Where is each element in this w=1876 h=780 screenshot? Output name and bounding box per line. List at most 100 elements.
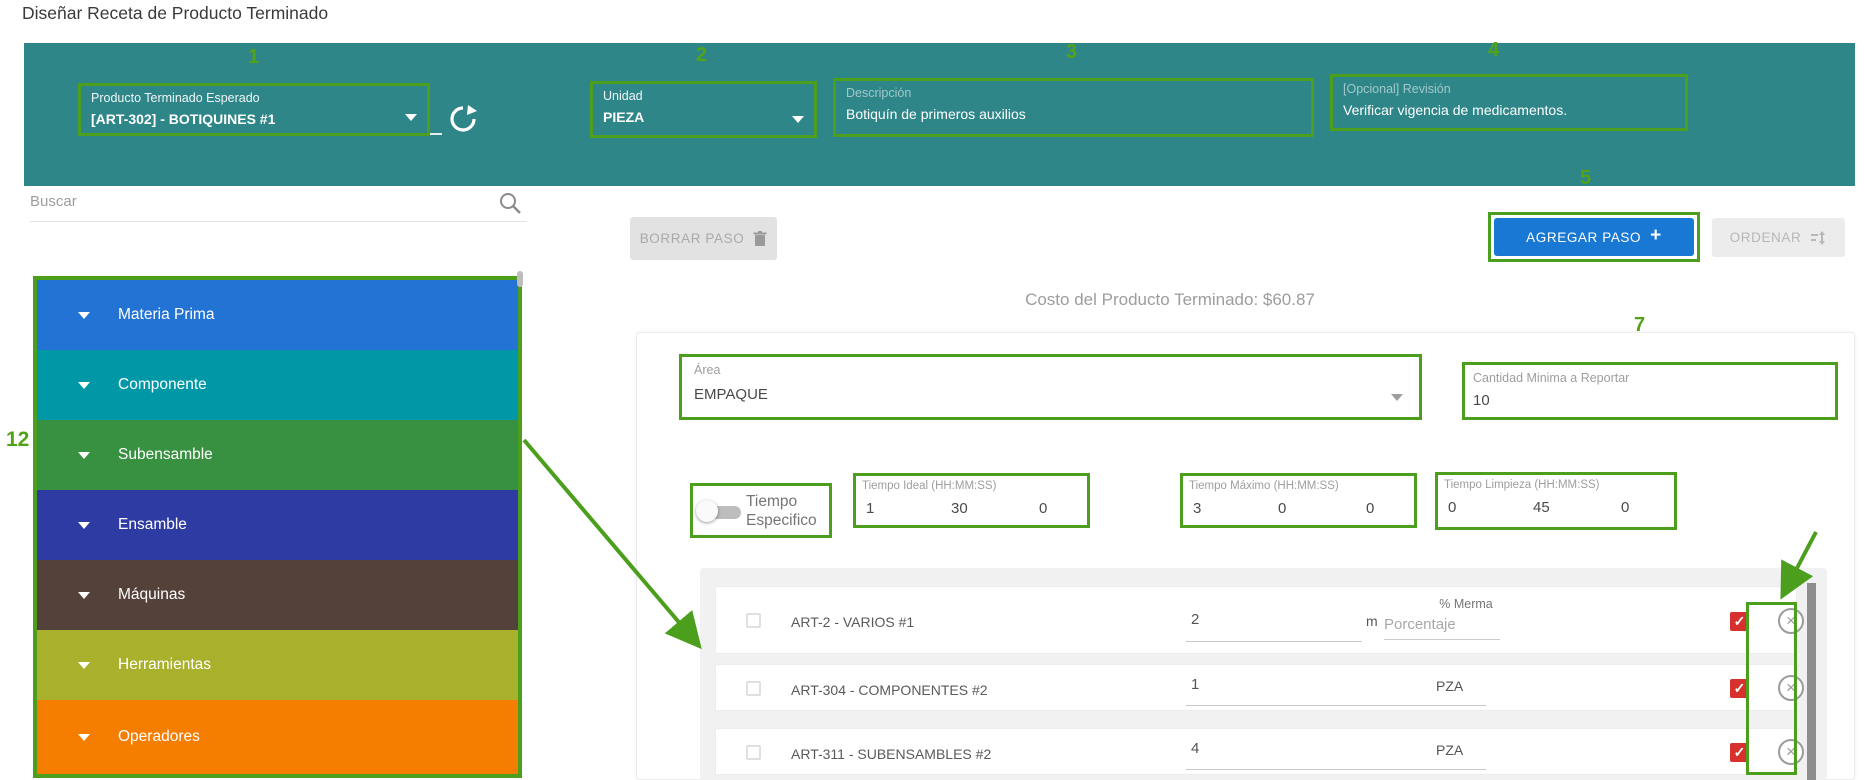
revision-value: Verificar vigencia de medicamentos. <box>1343 102 1567 118</box>
cost-text: Costo del Producto Terminado: $60.87 <box>900 290 1440 310</box>
sidebar-item-herramientas[interactable]: Herramientas <box>37 630 518 700</box>
sidebar-item-operadores[interactable]: Operadores <box>37 700 518 774</box>
unit-label: Unidad <box>603 89 643 103</box>
search-icon[interactable] <box>498 191 522 215</box>
component-name: ART-311 - SUBENSAMBLES #2 <box>791 746 991 762</box>
annotation-5: 5 <box>1580 167 1591 190</box>
min-qty-field[interactable]: Cantidad Minima a Reportar 10 <box>1462 362 1838 420</box>
component-catalog-panel: Materia Prima Componente Subensamble Ens… <box>33 276 522 778</box>
merma-input[interactable] <box>1384 616 1500 640</box>
clean-time-minutes[interactable]: 45 <box>1533 499 1550 516</box>
chevron-down-icon[interactable] <box>1391 394 1403 401</box>
unit-label: m <box>1366 613 1378 629</box>
area-select[interactable]: Área EMPAQUE <box>679 354 1422 420</box>
ideal-time-minutes[interactable]: 30 <box>951 500 968 517</box>
sort-icon <box>1810 231 1827 245</box>
order-label: ORDENAR <box>1730 230 1802 245</box>
sidebar-item-label: Máquinas <box>118 586 185 604</box>
revision-label: [Opcional] Revisión <box>1343 82 1451 96</box>
max-time-field[interactable]: Tiempo Máximo (HH:MM:SS) 3 0 0 <box>1180 473 1417 528</box>
chevron-down-icon <box>78 382 90 389</box>
product-label: Producto Terminado Esperado <box>91 91 260 105</box>
chevron-down-icon <box>78 312 90 319</box>
clean-time-seconds[interactable]: 0 <box>1621 499 1629 516</box>
sidebar-item-subensamble[interactable]: Subensamble <box>37 420 518 490</box>
sidebar-item-label: Componente <box>118 376 207 394</box>
row-checkbox[interactable] <box>746 681 761 696</box>
ideal-time-field[interactable]: Tiempo Ideal (HH:MM:SS) 1 30 0 <box>853 473 1090 528</box>
quantity-input[interactable]: 4 <box>1191 740 1199 757</box>
header-bar: Producto Terminado Esperado [ART-302] - … <box>24 43 1855 186</box>
clean-time-hours[interactable]: 0 <box>1448 499 1456 516</box>
component-name: ART-304 - COMPONENTES #2 <box>791 682 988 698</box>
list-scrollbar[interactable] <box>1807 583 1816 780</box>
quantity-input[interactable]: 2 <box>1191 611 1199 628</box>
order-button[interactable]: ORDENAR <box>1712 218 1845 257</box>
chevron-down-icon <box>78 452 90 459</box>
sidebar-item-label: Ensamble <box>118 516 187 534</box>
product-select[interactable]: Producto Terminado Esperado [ART-302] - … <box>78 83 430 136</box>
max-time-hours[interactable]: 3 <box>1193 500 1201 517</box>
toggle-label: Tiempo Especifico <box>746 492 817 530</box>
chevron-down-icon[interactable] <box>792 116 804 123</box>
chevron-down-icon <box>78 662 90 669</box>
area-value: EMPAQUE <box>694 386 768 403</box>
sidebar-item-componente[interactable]: Componente <box>37 350 518 420</box>
sidebar-item-maquinas[interactable]: Máquinas <box>37 560 518 630</box>
clean-time-field[interactable]: Tiempo Limpieza (HH:MM:SS) 0 45 0 <box>1435 472 1677 530</box>
quantity-underline <box>1186 705 1486 706</box>
sidebar-item-materia-prima[interactable]: Materia Prima <box>37 280 518 350</box>
clean-time-label: Tiempo Limpieza (HH:MM:SS) <box>1444 479 1600 491</box>
add-step-label: AGREGAR PASO <box>1526 230 1641 245</box>
min-qty-label: Cantidad Minima a Reportar <box>1473 371 1629 385</box>
unit-label: PZA <box>1436 678 1463 694</box>
annotation-2: 2 <box>696 44 707 67</box>
row-checkbox[interactable] <box>746 745 761 760</box>
quantity-underline <box>1186 641 1362 642</box>
toggle-knob[interactable] <box>696 500 718 522</box>
ideal-time-label: Tiempo Ideal (HH:MM:SS) <box>862 480 996 492</box>
annotation-4: 4 <box>1488 39 1499 62</box>
description-value: Botiquín de primeros auxilios <box>846 106 1026 122</box>
quantity-underline <box>1186 769 1486 770</box>
delete-step-button[interactable]: BORRAR PASO <box>630 217 777 260</box>
max-time-label: Tiempo Máximo (HH:MM:SS) <box>1189 480 1339 492</box>
description-field[interactable]: Descripción Botiquín de primeros auxilio… <box>833 78 1314 137</box>
search-underline <box>30 221 527 222</box>
unit-value: PIEZA <box>603 109 644 125</box>
refresh-icon[interactable] <box>448 104 478 134</box>
annotation-3: 3 <box>1066 41 1077 64</box>
revision-field[interactable]: [Opcional] Revisión Verificar vigencia d… <box>1330 74 1688 131</box>
ideal-time-hours[interactable]: 1 <box>866 500 874 517</box>
input-underline <box>430 133 442 135</box>
min-qty-value: 10 <box>1473 392 1490 409</box>
annotation-borrar-box <box>1746 602 1797 775</box>
quantity-input[interactable]: 1 <box>1191 676 1199 693</box>
component-row: ART-2 - VARIOS #1 2 m % Merma ✓ × <box>715 586 1797 654</box>
max-time-minutes[interactable]: 0 <box>1278 500 1286 517</box>
add-step-button[interactable]: AGREGAR PASO + <box>1494 218 1694 256</box>
annotation-1: 1 <box>248 46 259 69</box>
sidebar-scrollbar[interactable] <box>517 271 523 287</box>
sidebar-item-ensamble[interactable]: Ensamble <box>37 490 518 560</box>
area-label: Área <box>694 363 720 377</box>
search-input[interactable] <box>30 193 470 210</box>
design-recipe-page: Diseñar Receta de Producto Terminado Pro… <box>0 0 1876 780</box>
components-list: ART-2 - VARIOS #1 2 m % Merma ✓ × ART-30… <box>700 568 1827 780</box>
chevron-down-icon[interactable] <box>405 114 417 121</box>
sidebar-item-label: Materia Prima <box>118 306 214 324</box>
component-name: ART-2 - VARIOS #1 <box>791 614 914 630</box>
sidebar-item-label: Herramientas <box>118 656 211 674</box>
chevron-down-icon <box>78 522 90 529</box>
unit-label: PZA <box>1436 742 1463 758</box>
ideal-time-seconds[interactable]: 0 <box>1039 500 1047 517</box>
page-title: Diseñar Receta de Producto Terminado <box>22 3 328 24</box>
max-time-seconds[interactable]: 0 <box>1366 500 1374 517</box>
chevron-down-icon <box>78 734 90 741</box>
sidebar-item-label: Operadores <box>118 728 200 746</box>
row-checkbox[interactable] <box>746 613 761 628</box>
sidebar-item-label: Subensamble <box>118 446 213 464</box>
trash-icon <box>753 231 767 247</box>
unit-select[interactable]: Unidad PIEZA <box>590 81 817 138</box>
specific-time-toggle-group: Tiempo Especifico <box>690 483 832 538</box>
